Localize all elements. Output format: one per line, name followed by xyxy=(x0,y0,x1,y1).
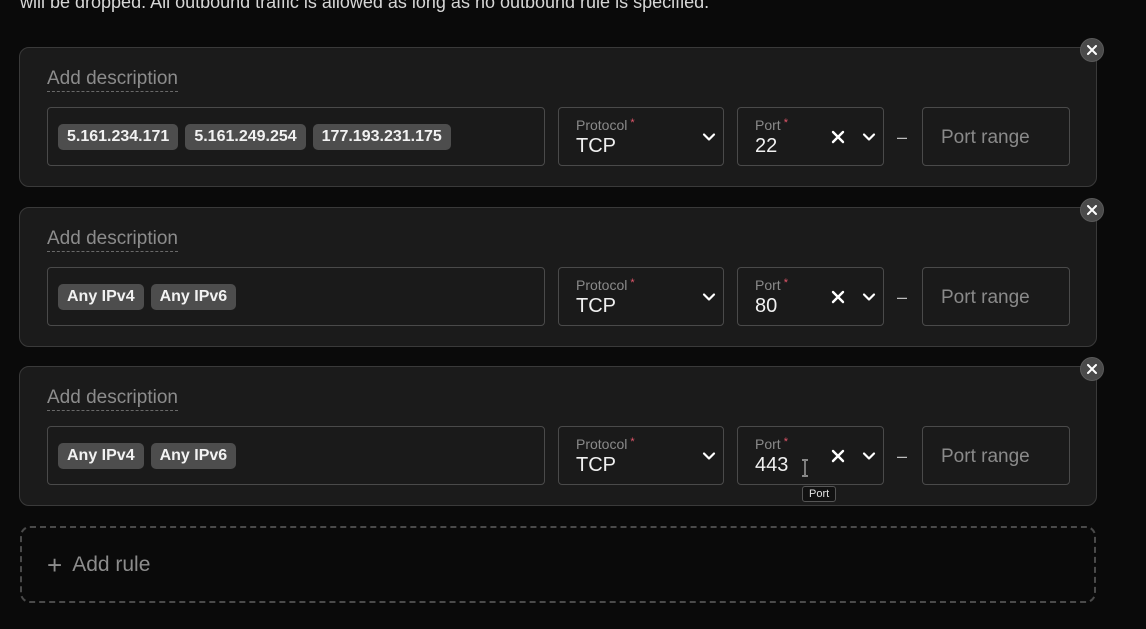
protocol-value: TCP xyxy=(576,295,616,317)
protocol-label: Protocol * xyxy=(576,117,635,133)
add-rule-button[interactable]: + Add rule xyxy=(20,526,1096,603)
required-marker: * xyxy=(630,277,635,289)
plus-icon: + xyxy=(47,549,63,580)
intro-text: will be dropped. All outbound traffic is… xyxy=(20,0,710,12)
port-value: 80 xyxy=(755,295,778,317)
remove-rule-button[interactable] xyxy=(1080,357,1104,381)
sources-input[interactable]: Any IPv4 Any IPv6 xyxy=(47,267,545,326)
sources-input[interactable]: 5.161.234.171 5.161.249.254 177.193.231.… xyxy=(47,107,545,166)
range-separator: – xyxy=(897,287,908,307)
port-range-placeholder: Port range xyxy=(941,446,1030,467)
rule-card: Add description 5.161.234.171 5.161.249.… xyxy=(19,38,1104,187)
port-value: 443 xyxy=(755,454,789,476)
port-select[interactable]: Port * 22 xyxy=(737,107,884,166)
clear-icon[interactable] xyxy=(831,130,845,144)
port-value: 22 xyxy=(755,135,778,157)
source-chip[interactable]: Any IPv6 xyxy=(150,442,237,469)
protocol-label: Protocol * xyxy=(576,277,635,293)
chevron-down-icon[interactable] xyxy=(862,130,876,144)
port-select[interactable]: Port * 443 xyxy=(737,426,884,485)
port-label: Port * xyxy=(755,436,788,452)
port-range-input[interactable]: Port range xyxy=(922,267,1070,326)
port-select[interactable]: Port * 80 xyxy=(737,267,884,326)
protocol-select[interactable]: Protocol * TCP xyxy=(558,426,724,485)
port-range-input[interactable]: Port range xyxy=(922,107,1070,166)
chevron-down-icon[interactable] xyxy=(862,290,876,304)
protocol-value: TCP xyxy=(576,454,616,476)
port-label: Port * xyxy=(755,277,788,293)
clear-icon[interactable] xyxy=(831,449,845,463)
close-icon xyxy=(1087,205,1097,215)
source-chip[interactable]: Any IPv6 xyxy=(150,283,237,310)
port-range-placeholder: Port range xyxy=(941,287,1030,308)
close-icon xyxy=(1087,364,1097,374)
required-marker: * xyxy=(630,436,635,448)
range-separator: – xyxy=(897,446,908,466)
chevron-down-icon[interactable] xyxy=(702,449,716,463)
add-description-field[interactable]: Add description xyxy=(47,68,178,92)
remove-rule-button[interactable] xyxy=(1080,198,1104,222)
add-description-field[interactable]: Add description xyxy=(47,228,178,252)
source-chip[interactable]: 177.193.231.175 xyxy=(312,123,451,150)
sources-input[interactable]: Any IPv4 Any IPv6 xyxy=(47,426,545,485)
required-marker: * xyxy=(783,277,788,289)
remove-rule-button[interactable] xyxy=(1080,38,1104,62)
rule-card: Add description Any IPv4 Any IPv6 Protoc… xyxy=(19,357,1104,506)
port-range-placeholder: Port range xyxy=(941,127,1030,148)
add-description-field[interactable]: Add description xyxy=(47,387,178,411)
port-label: Port * xyxy=(755,117,788,133)
protocol-select[interactable]: Protocol * TCP xyxy=(558,267,724,326)
source-chip[interactable]: 5.161.249.254 xyxy=(185,123,306,150)
add-rule-label: Add rule xyxy=(72,552,151,576)
port-tooltip: Port xyxy=(802,486,837,502)
source-chip[interactable]: Any IPv4 xyxy=(58,283,144,310)
protocol-label: Protocol * xyxy=(576,436,635,452)
range-separator: – xyxy=(897,127,908,147)
chevron-down-icon[interactable] xyxy=(702,130,716,144)
source-chip[interactable]: Any IPv4 xyxy=(58,442,144,469)
protocol-select[interactable]: Protocol * TCP xyxy=(558,107,724,166)
required-marker: * xyxy=(630,117,635,129)
firewall-rules-page: will be dropped. All outbound traffic is… xyxy=(0,0,1146,629)
source-chip[interactable]: 5.161.234.171 xyxy=(58,123,179,150)
required-marker: * xyxy=(783,117,788,129)
required-marker: * xyxy=(783,436,788,448)
chevron-down-icon[interactable] xyxy=(862,449,876,463)
close-icon xyxy=(1087,45,1097,55)
protocol-value: TCP xyxy=(576,135,616,157)
clear-icon[interactable] xyxy=(831,290,845,304)
text-cursor-icon xyxy=(802,459,808,477)
rule-card: Add description Any IPv4 Any IPv6 Protoc… xyxy=(19,198,1104,347)
port-range-input[interactable]: Port range xyxy=(922,426,1070,485)
chevron-down-icon[interactable] xyxy=(702,290,716,304)
